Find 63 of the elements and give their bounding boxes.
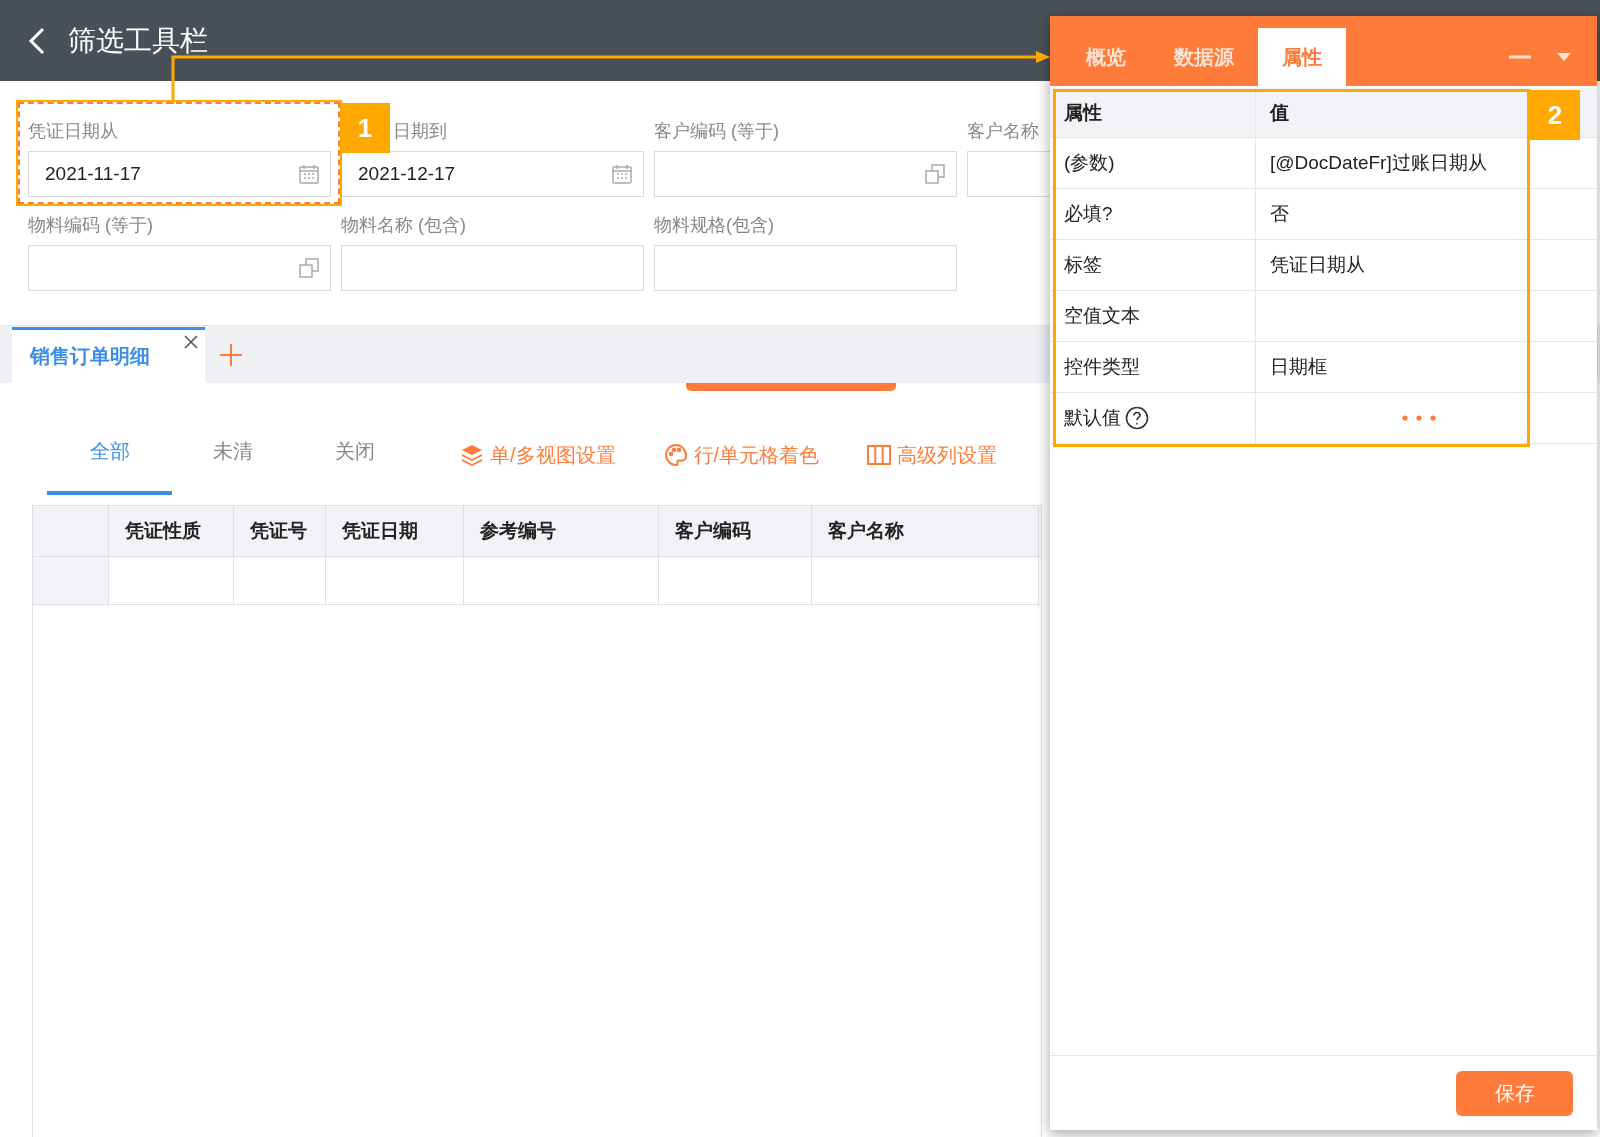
panel-tab[interactable]: 属性: [1258, 28, 1346, 86]
column-header: 值: [1270, 100, 1289, 125]
property-name: (参数): [1064, 151, 1115, 175]
caret-icon: [1557, 53, 1571, 61]
palette-icon: [663, 443, 688, 467]
calendar-icon: [298, 163, 320, 185]
calendar-icon: [611, 163, 633, 185]
input-field[interactable]: [654, 151, 957, 197]
property-value: [@DocDateFr]过账日期从: [1270, 151, 1487, 175]
toolbar-button[interactable]: 行/单元格着色: [663, 429, 820, 495]
document-tab[interactable]: 销售订单明细: [12, 327, 205, 383]
column-header: 凭证号: [234, 506, 326, 556]
view-tab[interactable]: 关闭: [294, 429, 416, 495]
copy-icon: [924, 163, 946, 185]
property-name: 控件类型: [1064, 355, 1140, 379]
property-value: 否: [1270, 202, 1289, 226]
field-label: 客户编码 (等于): [654, 120, 779, 143]
input-field[interactable]: [341, 245, 644, 291]
copy-icon: [298, 257, 320, 279]
field-label: 物料编码 (等于): [28, 214, 153, 237]
step-marker: 2: [1530, 90, 1580, 140]
input-field[interactable]: [28, 245, 331, 291]
minimize-icon: [1509, 55, 1531, 59]
field-label: 物料名称 (包含): [341, 214, 466, 237]
view-tab[interactable]: 全部: [47, 429, 172, 495]
add-tab-button[interactable]: [219, 342, 243, 367]
step-marker: 1: [340, 103, 390, 153]
columns-icon: [867, 444, 892, 466]
column-header: 客户名称: [812, 506, 1039, 556]
close-icon: [183, 334, 199, 350]
dropdown-button[interactable]: [1557, 53, 1571, 61]
property-value: 日期框: [1270, 355, 1327, 379]
column-header: 凭证性质: [109, 506, 234, 556]
property-value: 凭证日期从: [1270, 253, 1365, 277]
column-header: 参考编号: [464, 506, 659, 556]
minimize-button[interactable]: [1509, 55, 1531, 59]
field-label: 凭证日期从: [28, 120, 118, 143]
column-header: 属性: [1064, 100, 1102, 125]
field-label: 客户名称: [967, 120, 1039, 143]
date-field[interactable]: 2021-11-17: [28, 151, 331, 197]
input-field[interactable]: [654, 245, 957, 291]
field-label: 日期到: [393, 120, 447, 143]
property-name: 标签: [1064, 253, 1102, 277]
property-name: 必填?: [1064, 202, 1113, 226]
layers-icon: [460, 443, 484, 467]
close-button[interactable]: [183, 334, 199, 350]
panel-tab[interactable]: 数据源: [1160, 28, 1248, 86]
column-header: 凭证日期: [326, 506, 464, 556]
field-label: 物料规格(包含): [654, 214, 774, 237]
view-tab[interactable]: 未清: [172, 429, 294, 495]
column-header: 客户编码: [659, 506, 812, 556]
toolbar-button[interactable]: 高级列设置: [867, 429, 998, 495]
plus-icon: [219, 342, 243, 367]
back-button[interactable]: [28, 26, 46, 55]
property-name: 默认值: [1064, 406, 1121, 430]
page-title: 筛选工具栏: [68, 23, 208, 58]
back-icon: [28, 26, 46, 55]
more-icon: [1402, 415, 1436, 421]
property-name: 空值文本: [1064, 304, 1140, 328]
save-button[interactable]: 保存: [1456, 1070, 1573, 1116]
more-button[interactable]: [1402, 415, 1436, 421]
toolbar-button[interactable]: 单/多视图设置: [460, 429, 616, 495]
panel-tab[interactable]: 概览: [1062, 28, 1150, 86]
